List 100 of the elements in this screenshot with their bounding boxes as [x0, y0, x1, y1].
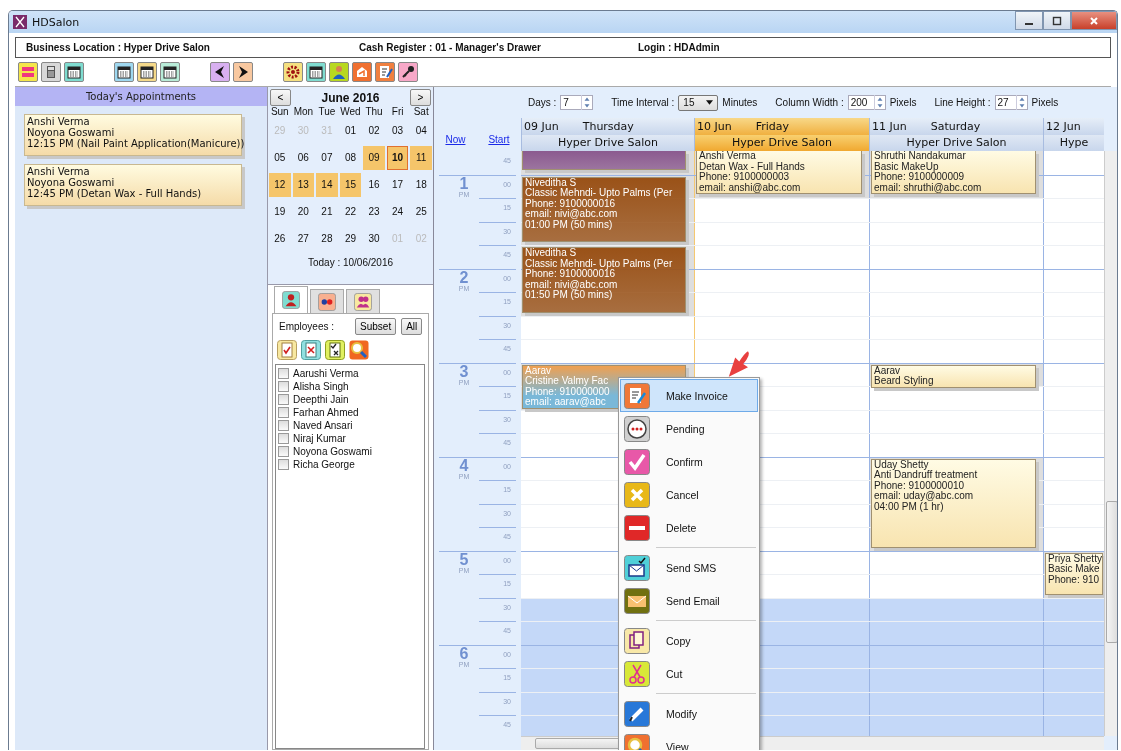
menu-item[interactable]: Delete — [620, 511, 758, 544]
calendar-day[interactable]: 22 — [339, 199, 362, 224]
calendar-day[interactable]: 07 — [316, 145, 338, 170]
calendar-day[interactable]: 14 — [316, 172, 338, 197]
previous-month-button[interactable]: < — [270, 89, 291, 106]
vertical-scrollbar[interactable] — [1104, 151, 1117, 736]
checkbox[interactable] — [278, 459, 289, 470]
checkbox[interactable] — [278, 433, 289, 444]
calendar-day[interactable]: 21 — [316, 199, 338, 224]
calendar-day[interactable]: 23 — [363, 199, 385, 224]
calendar-day[interactable]: 01 — [339, 118, 362, 143]
filter-button[interactable]: All — [401, 318, 423, 335]
calendar-day[interactable]: 09 — [363, 145, 385, 170]
appointment-block[interactable]: Niveditha S Classic Mehndi- Upto Palms (Per Phone: 9100000016 email: nivi@abc.com 01:50 PM (50 mins) — [522, 247, 686, 313]
menu-item[interactable]: Make Invoice — [620, 379, 758, 412]
menu-item[interactable]: Cut — [620, 657, 758, 690]
calendar-day[interactable]: 27 — [292, 226, 315, 251]
days-spinner[interactable]: 7 — [560, 95, 594, 110]
employee-name[interactable]: Noyona Goswami — [293, 446, 372, 457]
menu-item[interactable]: Send Email — [620, 584, 758, 617]
calendar-day[interactable]: 12 — [269, 172, 291, 197]
panel-tab[interactable] — [346, 289, 380, 313]
form-pen-icon[interactable] — [375, 62, 395, 82]
appointment-block[interactable]: Priya Shetty Basic Make Phone: 910 — [1045, 552, 1103, 595]
checkbox[interactable] — [278, 420, 289, 431]
menu-item[interactable]: Copy — [620, 624, 758, 657]
checkbox[interactable] — [278, 394, 289, 405]
calendar-day[interactable]: 11 — [410, 145, 432, 170]
employee-name[interactable]: Niraj Kumar — [293, 433, 346, 444]
week-calendar-icon[interactable] — [137, 62, 157, 82]
invert-selection-icon[interactable] — [325, 340, 345, 360]
calendar-day[interactable]: 24 — [386, 199, 409, 224]
appointment-card[interactable]: Anshi Verma Noyona Goswami 12:45 PM (Detan Wax - Full Hands) — [24, 164, 242, 206]
time-link[interactable]: Start — [488, 134, 510, 145]
check-all-icon[interactable] — [277, 340, 297, 360]
filter-button[interactable]: Subset — [355, 318, 397, 335]
employee-name[interactable]: Naved Ansari — [293, 420, 353, 431]
employee-name[interactable]: Farhan Ahmed — [293, 407, 359, 418]
calendar-day[interactable]: 20 — [292, 199, 315, 224]
calendar-day[interactable]: 28 — [316, 226, 338, 251]
panel-tab[interactable] — [274, 286, 308, 313]
maximize-button[interactable] — [1043, 11, 1071, 30]
appointment-block[interactable]: Niveditha S Classic Mehndi- Upto Palms (Per Phone: 9100000016 email: nivi@abc.com 01:00 PM (50 mins) — [522, 176, 686, 242]
calculator-icon[interactable] — [41, 62, 61, 82]
calendar-day[interactable]: 17 — [386, 172, 409, 197]
gear-icon[interactable] — [283, 62, 303, 82]
calendar-day[interactable]: 05 — [269, 145, 291, 170]
calendar-day[interactable]: 04 — [410, 118, 432, 143]
calendar-day[interactable]: 06 — [292, 145, 315, 170]
employee-name[interactable]: Alisha Singh — [293, 381, 349, 392]
calendar-day[interactable]: 16 — [363, 172, 385, 197]
appointment-block[interactable]: Shruthi Nandakumar Basic MakeUp Phone: 9100000009 email: shruthi@abc.com — [871, 151, 1036, 195]
panel-tab[interactable] — [310, 289, 344, 313]
checkbox[interactable] — [278, 368, 289, 379]
menu-item[interactable]: Send SMS — [620, 551, 758, 584]
uncheck-all-icon[interactable] — [301, 340, 321, 360]
calendar-day[interactable]: 15 — [339, 172, 362, 197]
line-height-spinner[interactable]: 27 — [994, 95, 1028, 110]
month-calendar-icon[interactable] — [160, 62, 180, 82]
appointment-block[interactable]: Uday Shetty Anti Dandruff treatment Phone: 9100000010 email: uday@abc.com 04:00 PM (1 hr) — [871, 458, 1036, 548]
share-icon[interactable] — [352, 62, 372, 82]
menu-item[interactable]: Pending — [620, 412, 758, 445]
next-month-button[interactable]: > — [410, 89, 431, 106]
menu-item[interactable]: Modify — [620, 697, 758, 730]
calendar-day[interactable]: 19 — [269, 199, 291, 224]
calendar-day[interactable]: 10 — [386, 145, 409, 170]
calendar-day[interactable]: 26 — [269, 226, 291, 251]
day-calendar-icon[interactable] — [114, 62, 134, 82]
search-icon[interactable] — [349, 340, 369, 360]
layout-icon[interactable] — [18, 62, 38, 82]
calendar-day[interactable]: 02 — [363, 118, 385, 143]
minimize-button[interactable] — [1015, 11, 1043, 30]
calendar-day[interactable]: 13 — [292, 172, 315, 197]
calendar-day[interactable]: 03 — [386, 118, 409, 143]
appointment-card[interactable]: Anshi Verma Noyona Goswami 12:15 PM (Nail Paint Application(Manicure)) — [24, 114, 242, 156]
appointment-block[interactable]: Anshi Verma Detan Wax - Full Hands Phone: 9100000003 email: anshi@abc.com — [696, 151, 862, 195]
spin-arrows-icon[interactable] — [1015, 95, 1027, 110]
employee-name[interactable]: Richa George — [293, 459, 355, 470]
column-width-spinner[interactable]: 200 — [847, 95, 886, 110]
calendar-day[interactable]: 25 — [410, 199, 432, 224]
calendar-day[interactable]: 30 — [363, 226, 385, 251]
calendar-day[interactable]: 29 — [339, 226, 362, 251]
key-icon[interactable] — [398, 62, 418, 82]
calendar-day[interactable]: 18 — [410, 172, 432, 197]
checkbox[interactable] — [278, 407, 289, 418]
time-link[interactable]: Now — [445, 134, 466, 145]
employee-name[interactable]: Deepthi Jain — [293, 394, 349, 405]
spin-arrows-icon[interactable] — [873, 95, 885, 110]
checkbox[interactable] — [278, 381, 289, 392]
menu-item[interactable]: Confirm — [620, 445, 758, 478]
person-icon[interactable] — [329, 62, 349, 82]
checkbox[interactable] — [278, 446, 289, 457]
menu-item[interactable]: Cancel — [620, 478, 758, 511]
interval-dropdown[interactable]: 15 — [678, 94, 719, 111]
employee-name[interactable]: Aarushi Verma — [293, 368, 359, 379]
close-button[interactable] — [1071, 11, 1117, 30]
appointment-block[interactable]: Aarav Beard Styling — [871, 364, 1036, 388]
menu-item[interactable]: View — [620, 730, 758, 750]
calendar-icon[interactable] — [64, 62, 84, 82]
calendar-icon[interactable] — [306, 62, 326, 82]
